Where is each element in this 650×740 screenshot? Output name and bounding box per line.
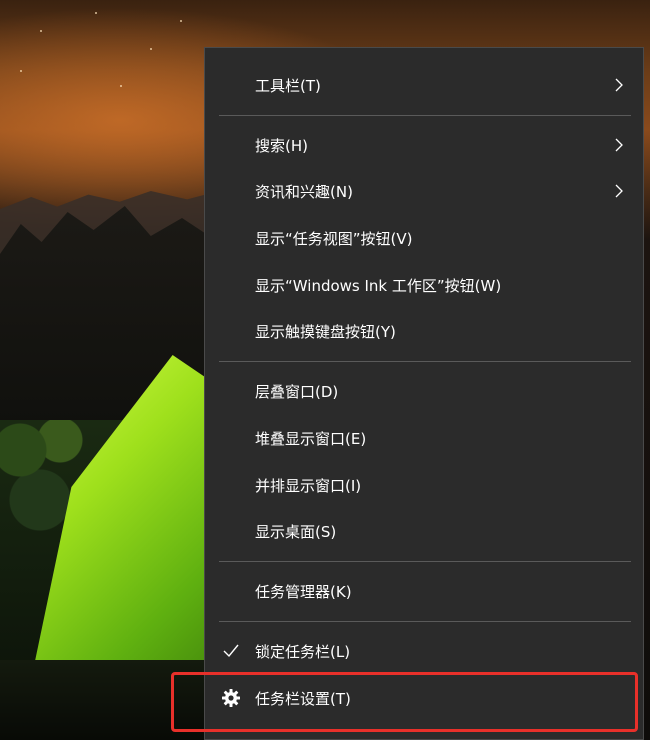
menu-separator bbox=[219, 561, 631, 562]
chevron-right-icon bbox=[615, 184, 623, 198]
menu-item-label: 层叠窗口(D) bbox=[255, 382, 339, 401]
menu-item-show-touch-keyboard[interactable]: 显示触摸键盘按钮(Y) bbox=[205, 308, 643, 354]
menu-item-show-windows-ink[interactable]: 显示“Windows Ink 工作区”按钮(W) bbox=[205, 262, 643, 308]
menu-item-cascade-windows[interactable]: 层叠窗口(D) bbox=[205, 368, 643, 414]
taskbar-context-menu: 工具栏(T) 搜索(H) 资讯和兴趣(N) 显示“任务视图”按钮(V) 显示“W… bbox=[204, 47, 644, 740]
menu-item-label: 任务管理器(K) bbox=[255, 582, 352, 601]
chevron-right-icon bbox=[615, 78, 623, 92]
menu-item-search[interactable]: 搜索(H) bbox=[205, 122, 643, 168]
menu-item-taskbar-settings[interactable]: 任务栏设置(T) bbox=[205, 675, 643, 721]
star bbox=[150, 48, 152, 50]
menu-item-show-task-view[interactable]: 显示“任务视图”按钮(V) bbox=[205, 215, 643, 261]
star bbox=[95, 12, 97, 14]
ground bbox=[0, 660, 230, 740]
menu-separator bbox=[219, 621, 631, 622]
star bbox=[40, 30, 42, 32]
menu-item-label: 显示桌面(S) bbox=[255, 522, 337, 541]
menu-item-label: 堆叠显示窗口(E) bbox=[255, 429, 367, 448]
menu-item-label: 显示触摸键盘按钮(Y) bbox=[255, 322, 396, 341]
menu-item-label: 并排显示窗口(I) bbox=[255, 476, 362, 495]
menu-separator bbox=[219, 361, 631, 362]
menu-separator bbox=[219, 115, 631, 116]
checkmark-icon bbox=[223, 644, 239, 658]
menu-item-lock-taskbar[interactable]: 锁定任务栏(L) bbox=[205, 628, 643, 674]
menu-item-side-by-side-windows[interactable]: 并排显示窗口(I) bbox=[205, 462, 643, 508]
menu-item-news-interests[interactable]: 资讯和兴趣(N) bbox=[205, 168, 643, 214]
gear-icon bbox=[222, 689, 240, 707]
menu-item-task-manager[interactable]: 任务管理器(K) bbox=[205, 568, 643, 614]
menu-item-show-desktop[interactable]: 显示桌面(S) bbox=[205, 508, 643, 554]
menu-item-label: 搜索(H) bbox=[255, 136, 308, 155]
menu-item-stack-windows[interactable]: 堆叠显示窗口(E) bbox=[205, 415, 643, 461]
star bbox=[180, 20, 182, 22]
menu-item-label: 任务栏设置(T) bbox=[255, 689, 351, 708]
menu-item-label: 锁定任务栏(L) bbox=[255, 642, 351, 661]
menu-item-label: 资讯和兴趣(N) bbox=[255, 182, 353, 201]
star bbox=[120, 85, 122, 87]
chevron-right-icon bbox=[615, 138, 623, 152]
menu-item-label: 显示“任务视图”按钮(V) bbox=[255, 229, 413, 248]
star bbox=[20, 70, 22, 72]
menu-item-label: 显示“Windows Ink 工作区”按钮(W) bbox=[255, 276, 502, 295]
menu-item-label: 工具栏(T) bbox=[255, 76, 321, 95]
menu-item-toolbars[interactable]: 工具栏(T) bbox=[205, 62, 643, 108]
